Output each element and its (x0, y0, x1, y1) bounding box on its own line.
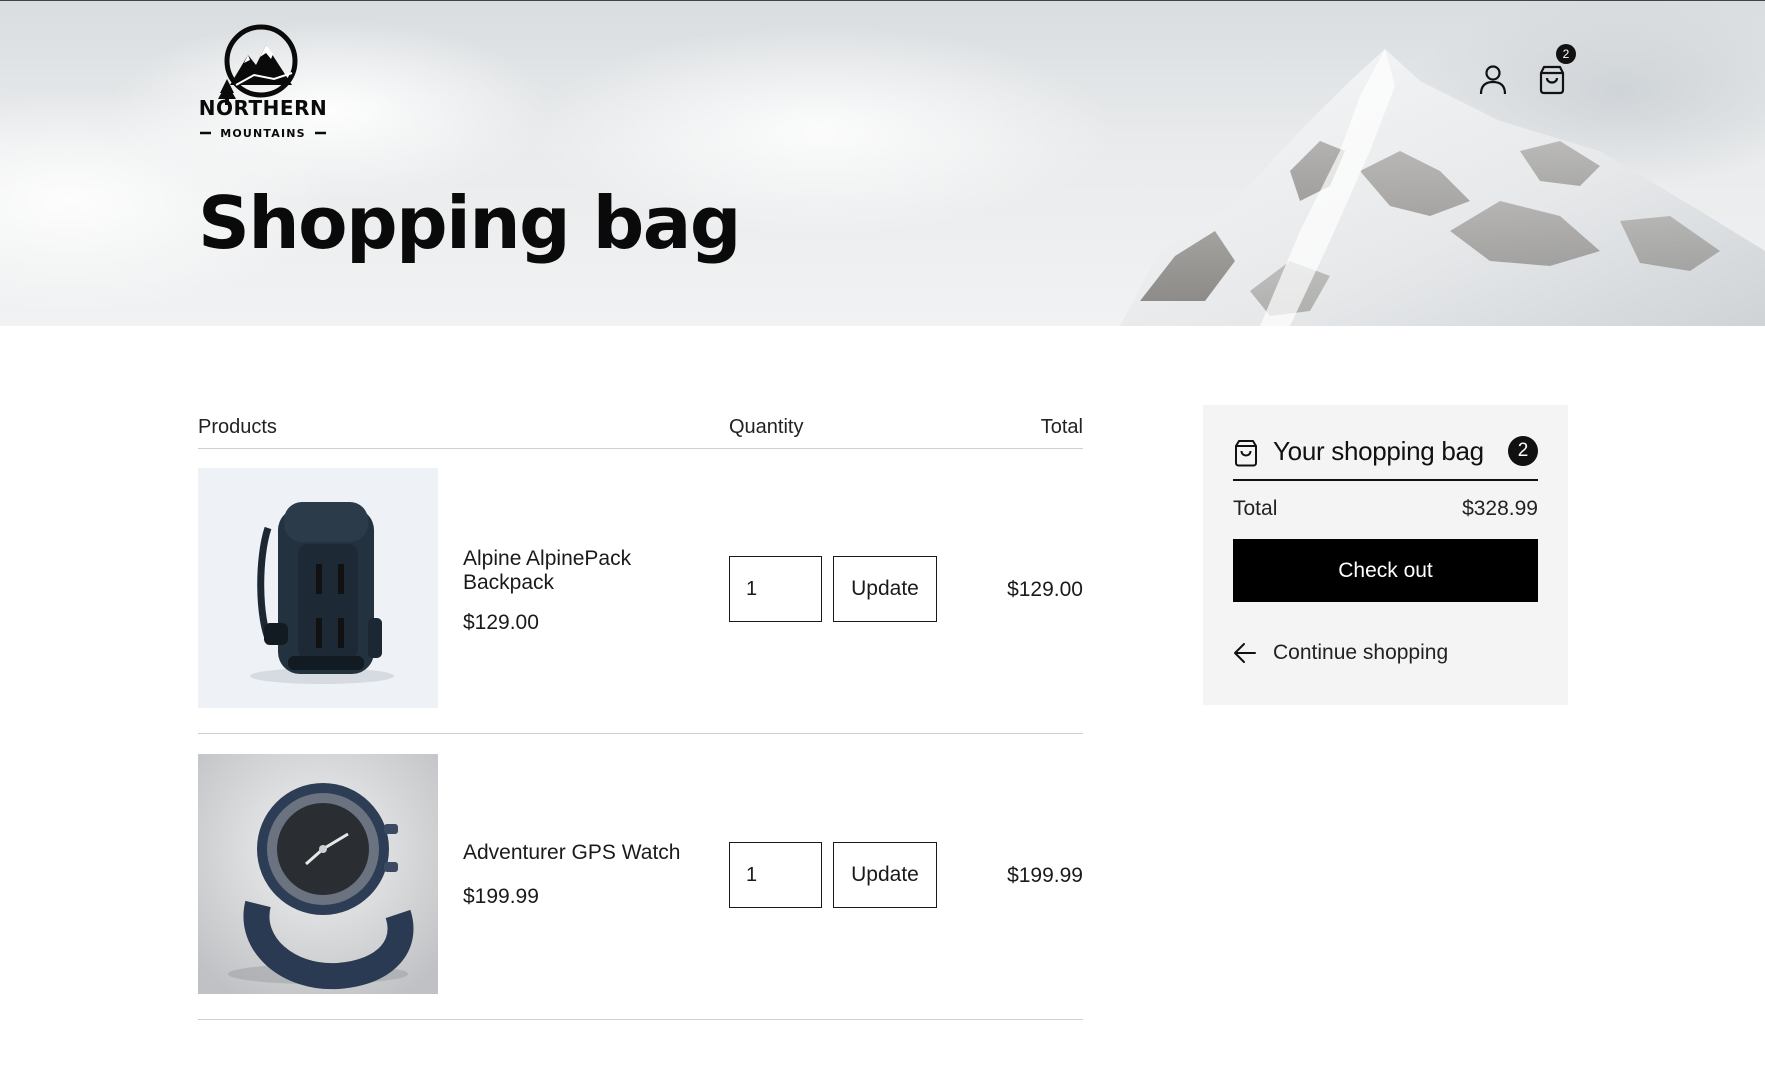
quantity-input[interactable] (729, 556, 822, 622)
shopping-bag-icon (1235, 440, 1257, 467)
shopping-bag-icon[interactable] (1536, 64, 1568, 96)
arrow-left-icon (1234, 643, 1256, 663)
item-name[interactable]: Alpine AlpinePack Backpack (463, 547, 683, 595)
hero-banner: NORTHERN MOUNTAINS Shopping bag (0, 0, 1765, 326)
summary-count-badge: 2 (1508, 436, 1538, 466)
update-button[interactable]: Update (833, 556, 937, 622)
line-total: $199.99 (1007, 864, 1083, 887)
logo-wordmark: NORTHERN (199, 96, 327, 120)
line-total: $129.00 (1007, 578, 1083, 601)
watch-image[interactable] (198, 754, 438, 994)
backpack-image[interactable] (198, 468, 438, 708)
update-button[interactable]: Update (833, 842, 937, 908)
item-name[interactable]: Adventurer GPS Watch (463, 841, 683, 865)
summary-title: Your shopping bag (1273, 436, 1484, 466)
logo-tagline: MOUNTAINS (220, 127, 306, 140)
northern-mountains-logo[interactable]: NORTHERN MOUNTAINS (196, 23, 331, 143)
quantity-input[interactable] (729, 842, 822, 908)
summary-total-label: Total (1233, 497, 1278, 520)
row-divider (198, 733, 1083, 734)
summary-header: Your shopping bag 2 (1233, 433, 1538, 481)
item-price: $129.00 (463, 611, 539, 634)
row-divider (198, 1019, 1083, 1020)
checkout-button[interactable]: Check out (1233, 539, 1538, 602)
column-header-quantity: Quantity (729, 416, 804, 438)
page-title: Shopping bag (198, 181, 741, 265)
header-divider (198, 448, 1083, 449)
continue-shopping-label: Continue shopping (1273, 641, 1449, 664)
cart-count-badge: 2 (1556, 44, 1576, 64)
summary-total-value: $328.99 (1462, 497, 1538, 520)
column-header-products: Products (198, 416, 277, 438)
order-summary-panel: Your shopping bag 2 Total $328.99 Check … (1203, 405, 1568, 705)
item-price: $199.99 (463, 885, 539, 908)
column-header-total: Total (1040, 416, 1083, 438)
account-icon[interactable] (1478, 64, 1508, 96)
